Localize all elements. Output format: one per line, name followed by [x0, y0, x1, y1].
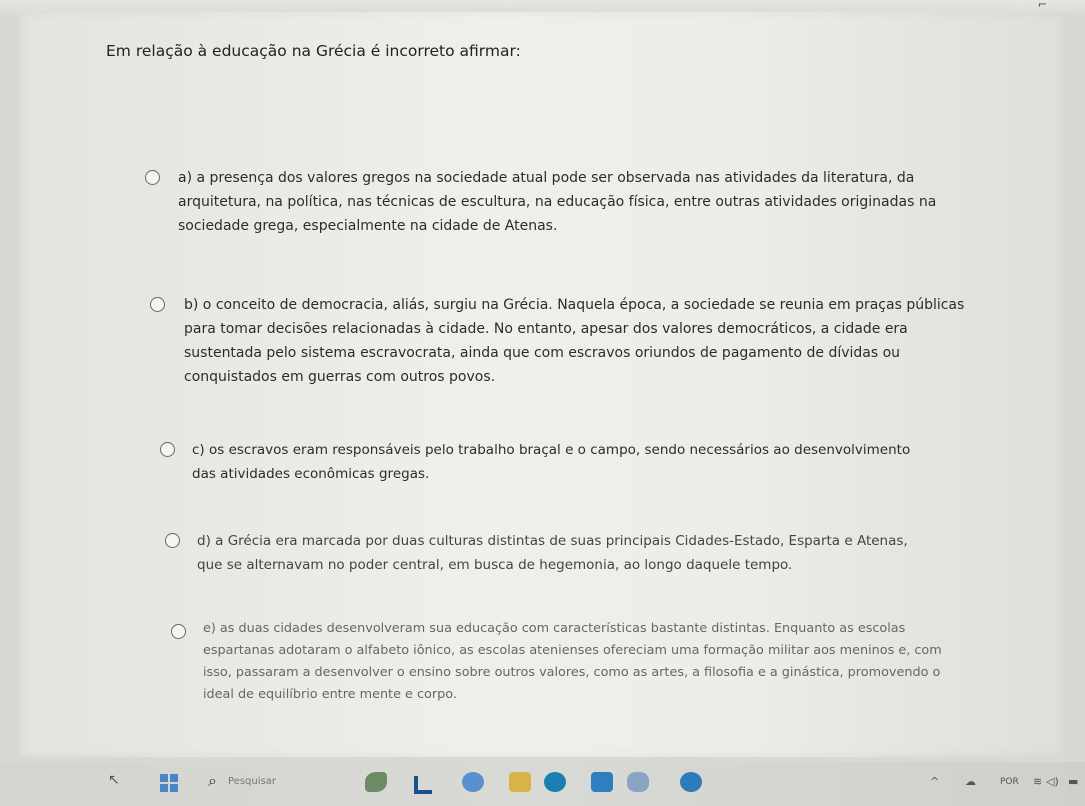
game-icon[interactable] [627, 772, 649, 792]
radio-button-a[interactable] [145, 170, 160, 185]
option-a-text: a) a presença dos valores gregos na soci… [178, 170, 937, 234]
option-c-text: c) os escravos eram responsáveis pelo tr… [192, 442, 911, 482]
battery-icon[interactable]: ▬ [1068, 775, 1078, 788]
radio-button-d[interactable] [165, 533, 180, 548]
folder-icon[interactable] [414, 776, 432, 794]
option-d-text: d) a Grécia era marcada por duas cultura… [197, 533, 908, 573]
cloud-icon[interactable]: ☁ [965, 775, 976, 788]
tray-chevron-icon[interactable]: ^ [930, 775, 939, 788]
search-icon[interactable]: ⌕ [208, 771, 217, 791]
option-e-text: e) as duas cidades desenvolveram sua edu… [203, 621, 942, 702]
edge-icon[interactable] [544, 772, 566, 792]
radio-button-b[interactable] [150, 297, 165, 312]
radio-button-c[interactable] [160, 442, 175, 457]
window-close-icon[interactable]: ⌐ [1038, 0, 1047, 11]
taskbar: ↖ ⌕ Pesquisar ^ ☁ POR ≋ ◁) ▬ [0, 762, 1085, 806]
volume-icon[interactable]: ◁) [1046, 775, 1059, 788]
browser-icon[interactable] [680, 772, 702, 792]
radio-button-e[interactable] [171, 624, 186, 639]
windows-start-icon[interactable] [160, 774, 178, 792]
files-icon[interactable] [509, 772, 531, 792]
option-b-text: b) o conceito de democracia, aliás, surg… [184, 297, 965, 385]
language-indicator[interactable]: POR [1000, 777, 1019, 787]
taskbar-search-input[interactable]: Pesquisar [228, 776, 276, 787]
store-icon[interactable] [591, 772, 613, 792]
chat-icon[interactable] [462, 772, 484, 792]
question-title: Em relação à educação na Grécia é incorr… [106, 42, 521, 60]
cursor-icon: ↖ [108, 772, 120, 788]
wifi-icon[interactable]: ≋ [1033, 775, 1042, 788]
app-icon[interactable] [365, 772, 387, 792]
